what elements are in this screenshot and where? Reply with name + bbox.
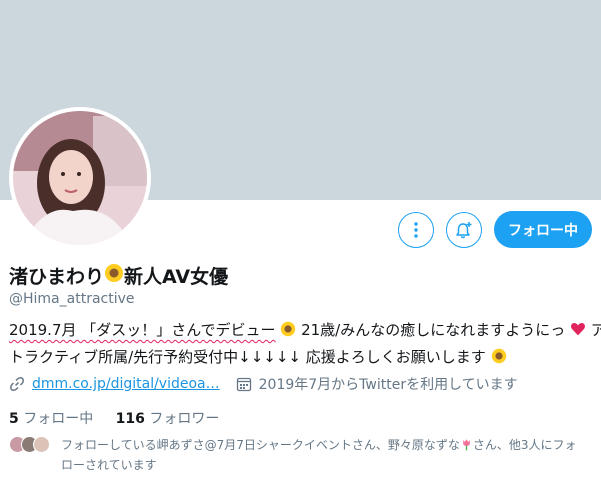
following-button[interactable]: フォロー中 <box>494 211 592 248</box>
notifications-button[interactable] <box>446 211 482 248</box>
more-icon <box>414 221 418 238</box>
bio-text: 21歳/みんなの癒しになれますようにっ <box>301 321 566 339</box>
avatar-photo <box>13 111 147 245</box>
following-count: 5 <box>9 411 19 427</box>
avatar <box>33 436 50 453</box>
followers-link[interactable]: 116 フォロワー <box>116 411 220 427</box>
followers-count: 116 <box>115 411 145 427</box>
known-followers-text: フォローしている岬あずさ@7月7日シャークイベントさん、野々原なずな さん、他3人… <box>61 436 581 474</box>
profile-meta: dmm.co.jp/digital/videoa… 2019年7月からTwitt… <box>9 374 518 394</box>
followers-label: フォロワー <box>149 411 220 427</box>
tulip-emoji <box>460 438 473 456</box>
bio-line-2: トラクティブ所属/先行予約受付中↓↓↓↓↓ 応援よろしくお願いします <box>9 345 594 372</box>
display-name: 渚ひまわり 新人AV女優 <box>9 262 228 289</box>
heart-emoji <box>570 320 586 345</box>
follow-counts: 5 フォロー中 116 フォロワー <box>9 408 219 428</box>
profile-avatar[interactable] <box>9 107 151 249</box>
profile-actions: フォロー中 <box>398 211 592 248</box>
link-icon <box>10 377 24 391</box>
notification-add-icon <box>456 221 472 238</box>
bio-debut-text: 2019.7月 「ダスッ！」さんでデビュー <box>9 321 276 339</box>
known-followers[interactable]: フォローしている岬あずさ@7月7日シャークイベントさん、野々原なずな さん、他3人… <box>9 436 581 474</box>
bio-text-end: ア <box>590 321 601 339</box>
sunflower-emoji <box>104 263 124 288</box>
more-button[interactable] <box>398 211 434 248</box>
join-date: 2019年7月からTwitterを利用しています <box>258 377 518 393</box>
bio-line-1: 2019.7月 「ダスッ！」さんでデビュー 21歳/みんなの癒しになれますように… <box>9 318 601 345</box>
sunflower-emoji <box>280 320 296 345</box>
profile-link[interactable]: dmm.co.jp/digital/videoa… <box>32 376 220 392</box>
known-followers-text-1: フォローしている岬あずさ@7月7日シャークイベントさん、野々原なずな <box>61 438 460 452</box>
display-name-suffix: 新人AV女優 <box>124 266 229 288</box>
known-follower-avatars <box>9 436 51 454</box>
calendar-icon <box>236 377 251 392</box>
display-name-text: 渚ひまわり <box>9 266 105 288</box>
profile-bio: 2019.7月 「ダスッ！」さんでデビュー 21歳/みんなの癒しになれますように… <box>9 318 601 372</box>
user-handle: @Hima_attractive <box>9 291 135 307</box>
sunflower-emoji <box>491 347 507 372</box>
following-label: フォロー中 <box>23 411 94 427</box>
bio-text: トラクティブ所属/先行予約受付中↓↓↓↓↓ 応援よろしくお願いします <box>9 348 486 366</box>
following-link[interactable]: 5 フォロー中 <box>9 411 93 427</box>
